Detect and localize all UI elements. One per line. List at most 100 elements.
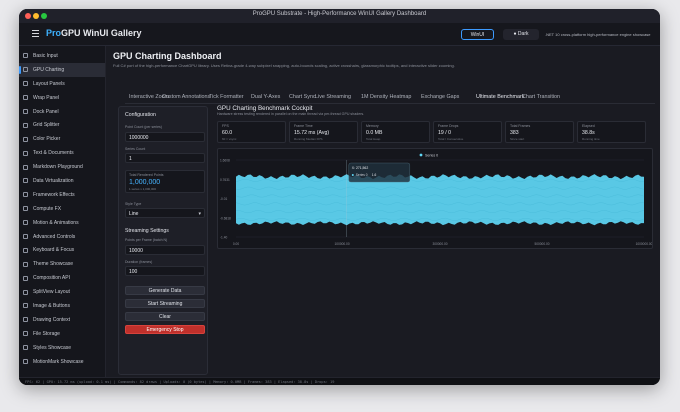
total-points-card: Total Rendered Points 1,000,000 1 series… — [125, 170, 205, 193]
point-count-label: Point Count (per series) — [125, 125, 162, 129]
tooltip-value: 1.6 — [372, 173, 377, 177]
sidebar-item-grid-splitter[interactable]: Grid Splitter — [19, 118, 105, 132]
sidebar-item-data-virtualization[interactable]: Data Virtualization — [19, 174, 105, 188]
brand-prefix: Pro — [46, 28, 62, 38]
cockpit-subtitle: Hardware stress testing rendered in para… — [217, 112, 365, 116]
points-per-frame-input[interactable]: 10000 — [125, 245, 205, 255]
grid-icon — [23, 122, 28, 128]
stat-value: 19 / 0 — [438, 130, 451, 136]
tab-chart-transition[interactable]: Chart Transition — [522, 94, 560, 100]
streaming-settings-title: Streaming Settings — [125, 228, 169, 234]
stat-value: 0.0 MB — [366, 130, 383, 136]
tooltip-swatch — [351, 174, 354, 176]
generate-data-button[interactable]: Generate Data — [125, 286, 205, 295]
y-tick-label: -0.01 — [220, 197, 227, 201]
winui-toggle-button[interactable]: WinUI — [461, 29, 494, 40]
sidebar-item-styles-showcase[interactable]: Styles Showcase — [19, 341, 105, 355]
effects-icon — [23, 192, 28, 198]
chart-svg[interactable]: 1.6608 0.7631 -0.01 -0.6818 -1.40 0.00 100000.… — [218, 149, 653, 248]
sidebar-item-color-picker[interactable]: Color Picker — [19, 132, 105, 146]
duration-input[interactable]: 100 — [125, 266, 205, 276]
tab-live-streaming[interactable]: Live Streaming — [315, 94, 351, 100]
tooltip-series: Series 0 — [356, 173, 368, 177]
sidebar-item-framework-effects[interactable]: Framework Effects — [19, 188, 105, 202]
style-type-select[interactable]: Line ▾ — [125, 208, 205, 218]
sidebar-item-label: Dock Panel — [33, 108, 59, 115]
sidebar-item-label: Composition API — [33, 275, 70, 282]
sidebar-item-label: File Storage — [33, 330, 60, 337]
sidebar-item-image-buttons[interactable]: Image & Buttons — [19, 299, 105, 313]
clear-button[interactable]: Clear — [125, 312, 205, 321]
hamburger-menu-icon[interactable] — [32, 30, 39, 37]
series-count-label: Series Count — [125, 147, 146, 151]
tab-tick-formatter[interactable]: Tick Formatter — [209, 94, 244, 100]
tab-exchange-gaps[interactable]: Exchange Gaps — [421, 94, 459, 100]
sidebar-item-composition-api[interactable]: Composition API — [19, 271, 105, 285]
sidebar-item-basic-input[interactable]: Basic Input — [19, 49, 105, 63]
stat-sub: 60 = vsync — [222, 137, 237, 141]
series-count-input[interactable]: 1 — [125, 153, 205, 163]
sidebar-item-text-documents[interactable]: Text & Documents — [19, 146, 105, 160]
stat-label: Frame Time — [294, 124, 313, 128]
sidebar-item-theme-showcase[interactable]: Theme Showcase — [19, 257, 105, 271]
duration-label: Duration (frames) — [125, 260, 153, 264]
cockpit-title: GPU Charting Benchmark Cockpit — [217, 105, 313, 112]
start-streaming-button[interactable]: Start Streaming — [125, 299, 205, 308]
header-info-text: .NET 10 cross-platform high-performance … — [545, 32, 651, 37]
sidebar-item-motion-animations[interactable]: Motion & Animations — [19, 216, 105, 230]
status-bar: FPS: 62 | GPU: 15.72 ms (upload: 0.1 ms)… — [19, 377, 660, 385]
y-tick-label: 1.6608 — [220, 159, 230, 163]
sidebar-item-keyboard-focus[interactable]: Keyboard & Focus — [19, 243, 105, 257]
y-tick-label: 0.7631 — [220, 178, 230, 182]
app-header: ProGPU WinUI Gallery WinUI ● Dark .NET 1… — [19, 23, 660, 46]
sidebar-item-drawing-context[interactable]: Drawing Context — [19, 313, 105, 327]
sidebar-item-label: Image & Buttons — [33, 302, 70, 309]
x-tick-label: 300000.00 — [432, 242, 447, 246]
motionmark-icon — [23, 359, 28, 365]
palette-icon — [23, 136, 28, 142]
stat-value: 38.8s — [582, 130, 595, 136]
data-icon — [23, 178, 28, 184]
sidebar-item-label: Color Picker — [33, 136, 61, 143]
brand-rest: GPU WinUI Gallery — [61, 28, 142, 38]
stat-card-frame-drops: Frame Drops 19 / 0 Total / Consecutive — [433, 121, 502, 143]
text-icon — [23, 150, 28, 156]
tab-1m-density-heatmap[interactable]: 1M Density Heatmap — [361, 94, 411, 100]
tab-custom-annotations[interactable]: Custom Annotations — [162, 94, 210, 100]
page-title: GPU Charting Dashboard — [113, 51, 222, 61]
benchmark-chart[interactable]: 1.6608 0.7631 -0.01 -0.6818 -1.40 0.00 100000.… — [217, 148, 653, 249]
sidebar-item-splitview-layout[interactable]: SplitView Layout — [19, 285, 105, 299]
sidebar-item-dock-panel[interactable]: Dock Panel — [19, 105, 105, 119]
sidebar-item-label: MotionMark Showcase — [33, 358, 84, 365]
point-count-input[interactable]: 1000000 — [125, 132, 205, 142]
theme-toggle-button[interactable]: ● Dark — [503, 29, 539, 40]
sidebar-item-label: Text & Documents — [33, 150, 74, 157]
theme-icon — [23, 261, 28, 267]
keyboard-icon — [23, 247, 28, 253]
sidebar-item-gpu-charting[interactable]: GPU Charting — [19, 62, 105, 77]
wrap-icon — [23, 95, 28, 101]
sidebar-item-layout-panels[interactable]: Layout Panels — [19, 77, 105, 91]
splitview-icon — [23, 289, 28, 295]
tab-chart-sync[interactable]: Chart Sync — [289, 94, 316, 100]
styles-icon — [23, 345, 28, 351]
sidebar-item-label: Data Virtualization — [33, 177, 74, 184]
status-bar-text: FPS: 62 | GPU: 15.72 ms (upload: 0.1 ms)… — [25, 380, 335, 384]
sidebar-item-markdown-playground[interactable]: Markdown Playground — [19, 160, 105, 174]
sidebar-item-wrap-panel[interactable]: Wrap Panel — [19, 91, 105, 105]
tab-dual-y-axes[interactable]: Dual Y-Axes — [251, 94, 280, 100]
sidebar-item-advanced-controls[interactable]: Advanced Controls — [19, 230, 105, 244]
configuration-title: Configuration — [125, 112, 156, 118]
sidebar-item-compute-fx[interactable]: Compute FX — [19, 202, 105, 216]
stat-sub: Since start — [510, 137, 525, 141]
stat-label: Elapsed — [582, 124, 595, 128]
stat-value: 15.72 ms (Avg) — [294, 130, 330, 136]
sidebar-item-file-storage[interactable]: File Storage — [19, 327, 105, 341]
sidebar-item-motionmark-showcase[interactable]: MotionMark Showcase — [19, 355, 105, 369]
brand-title: ProGPU WinUI Gallery — [46, 28, 141, 38]
stat-label: Total Frames — [510, 124, 531, 128]
legend-swatch — [419, 153, 423, 157]
emergency-stop-button[interactable]: Emergency Stop — [125, 325, 205, 334]
stat-label: FPS — [222, 124, 229, 128]
tab-ultimate-benchmark[interactable]: Ultimate Benchmark — [476, 94, 525, 100]
